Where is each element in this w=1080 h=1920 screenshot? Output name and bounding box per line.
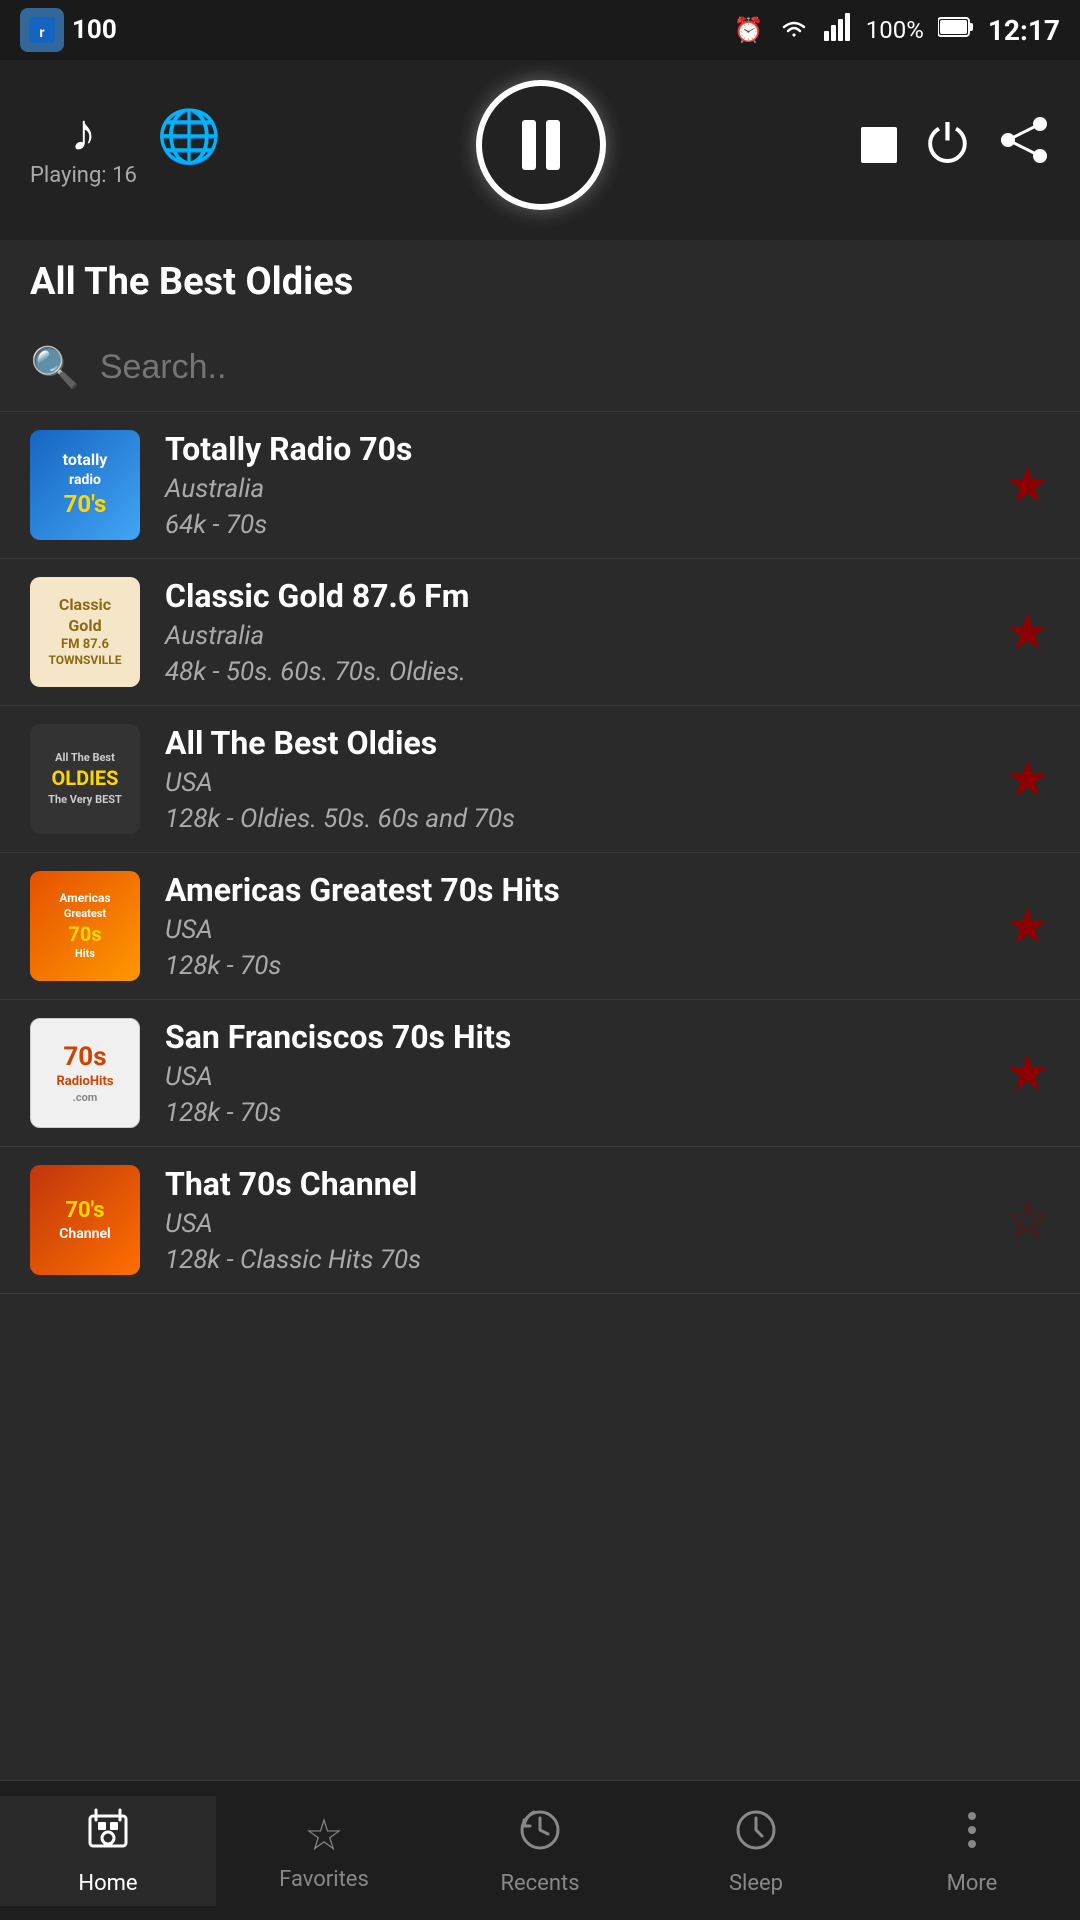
home-icon bbox=[84, 1806, 132, 1865]
sleep-label: Sleep bbox=[729, 1871, 783, 1896]
station-list: totally radio 70's Totally Radio 70s Aus… bbox=[0, 412, 1080, 1294]
list-item[interactable]: Americas Greatest 70s Hits Americas Grea… bbox=[0, 853, 1080, 1000]
station-info-3: All The Best Oldies USA 128k - Oldies. 5… bbox=[165, 724, 990, 834]
search-input[interactable] bbox=[100, 348, 1050, 387]
station-name-2: Classic Gold 87.6 Fm bbox=[165, 577, 990, 615]
power-button[interactable]: ⏻ bbox=[927, 115, 968, 176]
favorite-star-4[interactable]: ★ bbox=[1005, 897, 1050, 956]
list-item[interactable]: totally radio 70's Totally Radio 70s Aus… bbox=[0, 412, 1080, 559]
favorites-label: Favorites bbox=[279, 1867, 369, 1892]
signal-icon bbox=[824, 13, 852, 47]
station-logo-2: Classic Gold FM 87.6 TOWNSVILLE bbox=[30, 577, 140, 687]
list-item[interactable]: Classic Gold FM 87.6 TOWNSVILLE Classic … bbox=[0, 559, 1080, 706]
station-country-5: USA bbox=[165, 1062, 990, 1092]
station-country-6: USA bbox=[165, 1209, 990, 1239]
station-title-section: All The Best Oldies bbox=[0, 240, 1080, 324]
favorite-star-1[interactable]: ★ bbox=[1005, 456, 1050, 515]
player-header: ♪ Playing: 16 🌐 ⏻ bbox=[0, 60, 1080, 240]
nav-sleep[interactable]: Sleep bbox=[648, 1806, 864, 1896]
station-bitrate-4: 128k - 70s bbox=[165, 951, 990, 981]
station-logo-3: All The Best OLDIES The Very BEST bbox=[30, 724, 140, 834]
battery-icon bbox=[938, 16, 974, 44]
station-bitrate-3: 128k - Oldies. 50s. 60s and 70s bbox=[165, 804, 990, 834]
station-name-4: Americas Greatest 70s Hits bbox=[165, 871, 990, 909]
station-bitrate-5: 128k - 70s bbox=[165, 1098, 990, 1128]
status-left: r 100 bbox=[20, 8, 117, 52]
music-note-wrap: ♪ Playing: 16 bbox=[30, 102, 137, 188]
status-bar: r 100 ⏰ 100% bbox=[0, 0, 1080, 60]
station-bitrate-6: 128k - Classic Hits 70s bbox=[165, 1245, 990, 1275]
stop-icon bbox=[861, 127, 897, 163]
list-item[interactable]: 70s RadioHits .com San Franciscos 70s Hi… bbox=[0, 1000, 1080, 1147]
status-right: ⏰ 100% 12:17 bbox=[734, 13, 1060, 47]
player-controls-row: ♪ Playing: 16 🌐 ⏻ bbox=[30, 80, 1050, 210]
station-info-6: That 70s Channel USA 128k - Classic Hits… bbox=[165, 1165, 990, 1275]
content-spacer bbox=[0, 1294, 1080, 1444]
stop-button[interactable] bbox=[861, 127, 897, 163]
station-info-1: Totally Radio 70s Australia 64k - 70s bbox=[165, 430, 990, 540]
station-bitrate-1: 64k - 70s bbox=[165, 510, 990, 540]
svg-text:r: r bbox=[39, 25, 44, 41]
app-icon: r bbox=[20, 8, 64, 52]
pause-bar-right bbox=[546, 120, 560, 170]
nav-home[interactable]: Home bbox=[0, 1796, 216, 1906]
share-button[interactable] bbox=[998, 114, 1050, 177]
nav-more[interactable]: More bbox=[864, 1806, 1080, 1896]
status-app-number: 100 bbox=[72, 15, 117, 45]
pause-bar-left bbox=[522, 120, 536, 170]
playing-label: Playing: 16 bbox=[30, 163, 137, 188]
station-name-1: Totally Radio 70s bbox=[165, 430, 990, 468]
list-item[interactable]: All The Best OLDIES The Very BEST All Th… bbox=[0, 706, 1080, 853]
pause-icon bbox=[522, 120, 560, 170]
favorite-star-2[interactable]: ★ bbox=[1005, 603, 1050, 662]
alarm-icon: ⏰ bbox=[734, 16, 764, 44]
more-icon bbox=[948, 1806, 996, 1865]
left-icons: ♪ Playing: 16 🌐 bbox=[30, 102, 222, 188]
station-name-3: All The Best Oldies bbox=[165, 724, 990, 762]
battery-level: 100% bbox=[866, 16, 924, 44]
pause-button[interactable] bbox=[476, 80, 606, 210]
favorite-star-6[interactable]: ☆ bbox=[1005, 1191, 1050, 1250]
status-time: 12:17 bbox=[988, 14, 1060, 47]
recents-icon bbox=[516, 1806, 564, 1865]
wifi-icon bbox=[778, 13, 810, 47]
station-logo-5: 70s RadioHits .com bbox=[30, 1018, 140, 1128]
nav-recents[interactable]: Recents bbox=[432, 1806, 648, 1896]
bottom-nav: Home ☆ Favorites Recents Sleep bbox=[0, 1780, 1080, 1920]
favorites-icon: ☆ bbox=[304, 1809, 343, 1861]
station-logo-4: Americas Greatest 70s Hits bbox=[30, 871, 140, 981]
list-item[interactable]: 70's Channel That 70s Channel USA 128k -… bbox=[0, 1147, 1080, 1294]
more-label: More bbox=[947, 1871, 998, 1896]
search-bar: 🔍 bbox=[30, 344, 1050, 391]
station-name-6: That 70s Channel bbox=[165, 1165, 990, 1203]
sleep-icon bbox=[732, 1806, 780, 1865]
station-country-1: Australia bbox=[165, 474, 990, 504]
station-bitrate-2: 48k - 50s. 60s. 70s. Oldies. bbox=[165, 657, 990, 687]
home-label: Home bbox=[78, 1871, 137, 1896]
globe-icon[interactable]: 🌐 bbox=[157, 106, 222, 167]
station-name-5: San Franciscos 70s Hits bbox=[165, 1018, 990, 1056]
search-icon: 🔍 bbox=[30, 344, 80, 391]
station-logo-6: 70's Channel bbox=[30, 1165, 140, 1275]
station-logo-1: totally radio 70's bbox=[30, 430, 140, 540]
nav-favorites[interactable]: ☆ Favorites bbox=[216, 1809, 432, 1892]
station-info-2: Classic Gold 87.6 Fm Australia 48k - 50s… bbox=[165, 577, 990, 687]
right-icons: ⏻ bbox=[861, 114, 1050, 177]
station-country-4: USA bbox=[165, 915, 990, 945]
station-info-5: San Franciscos 70s Hits USA 128k - 70s bbox=[165, 1018, 990, 1128]
recents-label: Recents bbox=[500, 1871, 579, 1896]
now-playing-title: All The Best Oldies bbox=[30, 260, 353, 304]
search-section: 🔍 bbox=[0, 324, 1080, 412]
station-info-4: Americas Greatest 70s Hits USA 128k - 70… bbox=[165, 871, 990, 981]
station-country-2: Australia bbox=[165, 621, 990, 651]
music-note-icon[interactable]: ♪ bbox=[70, 102, 96, 163]
favorite-star-5[interactable]: ★ bbox=[1005, 1044, 1050, 1103]
favorite-star-3[interactable]: ★ bbox=[1005, 750, 1050, 809]
player-center bbox=[476, 80, 606, 210]
station-country-3: USA bbox=[165, 768, 990, 798]
